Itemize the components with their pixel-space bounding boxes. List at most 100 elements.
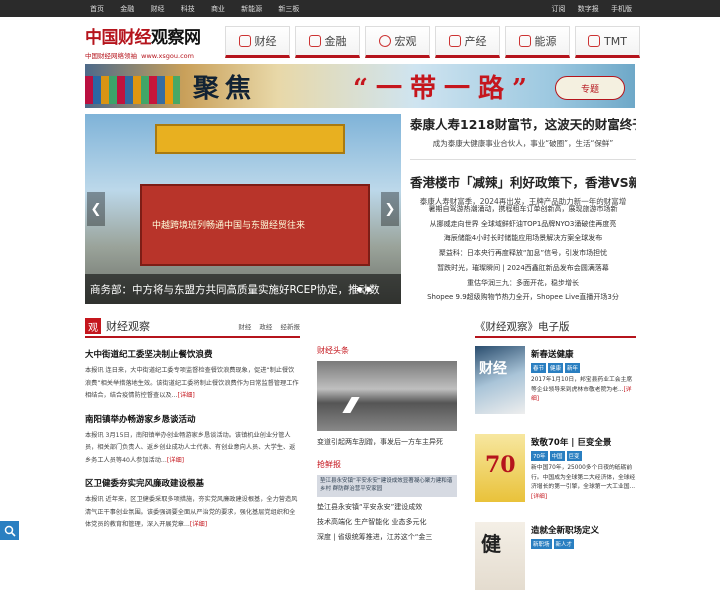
nav-item-chanjing[interactable]: 产经 — [435, 26, 500, 58]
tag-list: 70年 中国 巨变 — [531, 451, 636, 461]
topbar-link-digital-paper[interactable]: 数字报 — [578, 5, 599, 13]
read-more-link[interactable]: [详细] — [531, 494, 547, 500]
topbar-link-neeq[interactable]: 新三板 — [278, 5, 299, 13]
middle-column: 财经头条 变道引起两车刮蹭，事发后一方车主异死 抢鲜报 垫江县永安镇“平安永安”… — [317, 345, 457, 545]
news-item[interactable]: 暑期自驾游热潮涌动，携程租车订单创新高，展现旅游市场新 — [410, 202, 636, 217]
section-header: 观 财经观察 财经 政经 经新报 — [85, 316, 300, 338]
news-item[interactable]: 海辰储能4小时长时储能应用场景解决方案全球发布 — [410, 231, 636, 246]
read-more-link[interactable]: [详细] — [167, 457, 184, 464]
photo-carousel[interactable]: 中越跨境班列畅通中国与东盟经贸往来 ❮ ❯ 商务部：中方将与东盟方共同高质量实施… — [85, 114, 401, 304]
magazine-title[interactable]: 致敬70年 | 巨变全景 — [531, 436, 636, 448]
magazine-title[interactable]: 造就全新职场定义 — [531, 524, 599, 536]
site-logo[interactable]: 中国财经观察网 中国财经网络领袖 www.xsgou.com — [85, 23, 215, 60]
container-text: 中越跨境班列畅通中国与东盟经贸往来 — [152, 221, 306, 231]
magazine-cover[interactable]: 70 — [475, 434, 525, 502]
topbar-link-new-energy[interactable]: 新能源 — [241, 5, 262, 13]
nav-item-tmt[interactable]: TMT — [575, 26, 640, 58]
floating-search-button[interactable] — [0, 521, 19, 540]
news-item[interactable]: 从挪威走向世界 全球域鲜虾油TOP1品牌NYO3涌破佳再度亮 — [410, 217, 636, 232]
news-item[interactable]: 重估华润三九：多面开花，稳步增长 — [410, 276, 636, 291]
magazine-item: 财经 新春送健康 春节 健康 新年 2017年1月10日，邦宝县药业工会主席等企业领… — [475, 346, 636, 426]
news-item[interactable]: 聚益科：日本央行再度释放“加息”信号，引发市场担忧 — [410, 246, 636, 261]
magazine-info: 造就全新职场定义 新职场 新人才 — [531, 522, 599, 562]
topbar-link-subscribe[interactable]: 订阅 — [552, 5, 566, 13]
energy-icon — [518, 35, 531, 47]
tag[interactable]: 健康 — [548, 363, 564, 373]
tag-list: 新职场 新人才 — [531, 539, 599, 549]
article-summary: 本报讯 3月15日，南阳镇举办创业畅游家乡恳谈活动。该镇机业创业分管人员，相关部… — [85, 431, 296, 464]
article: 区卫健委夯实完风廉政建设根基 本报讯 近年来，区卫健委采取多项措施，夯实党风廉政… — [85, 477, 300, 532]
magazine-title[interactable]: 新春送健康 — [531, 348, 636, 360]
flash-news-item[interactable]: 垫江县永安镇“平安永安”建设成效 — [317, 500, 457, 515]
magazine-cover[interactable]: 财经 — [475, 346, 525, 414]
belt-and-road-banner[interactable]: 聚焦 “一带一路” 专题 — [85, 64, 635, 108]
headline-subtitle[interactable]: 成为泰康大健康事业合伙人，事业“破圈”，生活“保鲜” — [410, 138, 636, 149]
section-mark-icon: 观 — [85, 318, 101, 334]
magazine-desc: 新中国70年，25000多个日夜的砥砺前行。中国成为全球第二大经济体，全球经济增… — [531, 465, 636, 490]
article-title[interactable]: 南阳镇举办畅游家乡恳谈活动 — [85, 413, 300, 425]
section-title[interactable]: 《财经观察》电子版 — [475, 319, 570, 334]
topbar-link-economy[interactable]: 财经 — [150, 5, 164, 13]
magazine-cover[interactable]: 健 — [475, 522, 525, 590]
topbar-link-mobile[interactable]: 手机版 — [611, 5, 632, 13]
tag[interactable]: 巨变 — [566, 451, 582, 461]
magazine-info: 新春送健康 春节 健康 新年 2017年1月10日，邦宝县药业工会主席等企业领导来到… — [531, 346, 636, 426]
topbar-link-tech[interactable]: 科技 — [181, 5, 195, 13]
tag[interactable]: 新年 — [565, 363, 581, 373]
carousel-dot[interactable] — [357, 287, 362, 292]
logo-title-red: 中国财经 — [85, 28, 152, 48]
flash-news-list: 垫江县永安镇“平安永安”建设成效 技术高端化 生产智能化 业态多元化 深度 | … — [317, 500, 457, 545]
nav-label: 产经 — [464, 35, 487, 48]
photo-caption[interactable]: 变道引起两车刮蹭，事发后一方车主异死 — [317, 437, 457, 447]
headline-title[interactable]: 泰康人寿1218财富节，这波天的财富终于轮 — [410, 114, 636, 133]
read-more-link[interactable]: [详细] — [190, 521, 207, 528]
coins-icon — [308, 35, 321, 47]
tv-icon — [588, 35, 601, 47]
flash-news-label[interactable]: 抢鲜报 — [317, 459, 457, 470]
section-link[interactable]: 政经 — [259, 323, 272, 331]
section-link[interactable]: 财经 — [238, 323, 251, 331]
observe-section: 观 财经观察 财经 政经 经新报 大中街道纪工委坚决制止餐饮浪费 本报讯 连日来… — [85, 316, 300, 532]
nav-item-hongguan[interactable]: 宏观 — [365, 26, 430, 58]
topbar-link-finance[interactable]: 金融 — [120, 5, 134, 13]
article-title[interactable]: 大中街道纪工委坚决制止餐饮浪费 — [85, 348, 300, 360]
logo-title-dark: 观察网 — [151, 28, 201, 48]
news-item[interactable]: 暂跌时光，璀璨瞬间 | 2024西鑫肛新品发布会圆满落幕 — [410, 261, 636, 276]
carousel-dots — [357, 287, 371, 292]
nav-item-nengyuan[interactable]: 能源 — [505, 26, 570, 58]
topbar-link-home[interactable]: 首页 — [90, 5, 104, 13]
factory-icon — [448, 35, 461, 47]
news-list: 暑期自驾游热潮涌动，携程租车订单创新高，展现旅游市场新 从挪威走向世界 全球域鲜… — [410, 202, 636, 305]
tag[interactable]: 新人才 — [553, 539, 575, 549]
carousel-next-button[interactable]: ❯ — [381, 192, 399, 226]
nav-label: 能源 — [534, 35, 557, 48]
news-item[interactable]: Shopee 9.9超级购物节热力全开，Shopee Live直播开场3分 — [410, 290, 636, 305]
carousel-caption[interactable]: 商务部：中方将与东盟方共同高质量实施好RCEP协定，推动数 — [85, 274, 401, 304]
article: 南阳镇举办畅游家乡恳谈活动 本报讯 3月15日，南阳镇举办创业畅游家乡恳谈活动。… — [85, 413, 300, 468]
e-magazine-section: 《财经观察》电子版 财经 新春送健康 春节 健康 新年 2017年1月10日，邦宝县… — [475, 316, 636, 590]
section-title[interactable]: 财经观察 — [106, 318, 150, 334]
section-link[interactable]: 经新报 — [281, 323, 301, 331]
section-header: 《财经观察》电子版 — [475, 316, 636, 338]
site-header: 中国财经观察网 中国财经网络领袖 www.xsgou.com 财经 金融 宏观 … — [0, 17, 720, 61]
tag[interactable]: 70年 — [531, 451, 548, 461]
nav-item-jinrong[interactable]: 金融 — [295, 26, 360, 58]
tag[interactable]: 春节 — [531, 363, 547, 373]
flash-news-item[interactable]: 深度 | 省级统筹推进，江苏这个“金三 — [317, 530, 457, 545]
tag-list: 春节 健康 新年 — [531, 363, 636, 373]
article-title[interactable]: 区卫健委夯实完风廉政建设根基 — [85, 477, 300, 489]
tag[interactable]: 中国 — [549, 451, 565, 461]
tag[interactable]: 新职场 — [531, 539, 552, 549]
headline-title[interactable]: 香港楼市「减辣」利好政策下，香港VS新加 — [410, 172, 636, 191]
flash-news-item[interactable]: 技术高端化 生产智能化 业态多元化 — [317, 515, 457, 530]
carousel-dot[interactable] — [366, 287, 371, 292]
road-accident-photo[interactable] — [317, 361, 457, 431]
carousel-prev-button[interactable]: ❮ — [87, 192, 105, 226]
nav-item-caijing[interactable]: 财经 — [225, 26, 290, 58]
cargo-ship-image — [85, 76, 180, 104]
topbar-right-links: 订阅 数字报 手机版 — [542, 4, 632, 14]
read-more-link[interactable]: [详细] — [178, 392, 195, 399]
topbar-link-business[interactable]: 商业 — [211, 5, 225, 13]
flash-news-thumbnail[interactable]: 垫江县永安镇“平安永安”建设成效显著凝心聚力建和谐乡村 群防群治营平安家园 — [317, 475, 457, 497]
headline-label[interactable]: 财经头条 — [317, 345, 457, 356]
